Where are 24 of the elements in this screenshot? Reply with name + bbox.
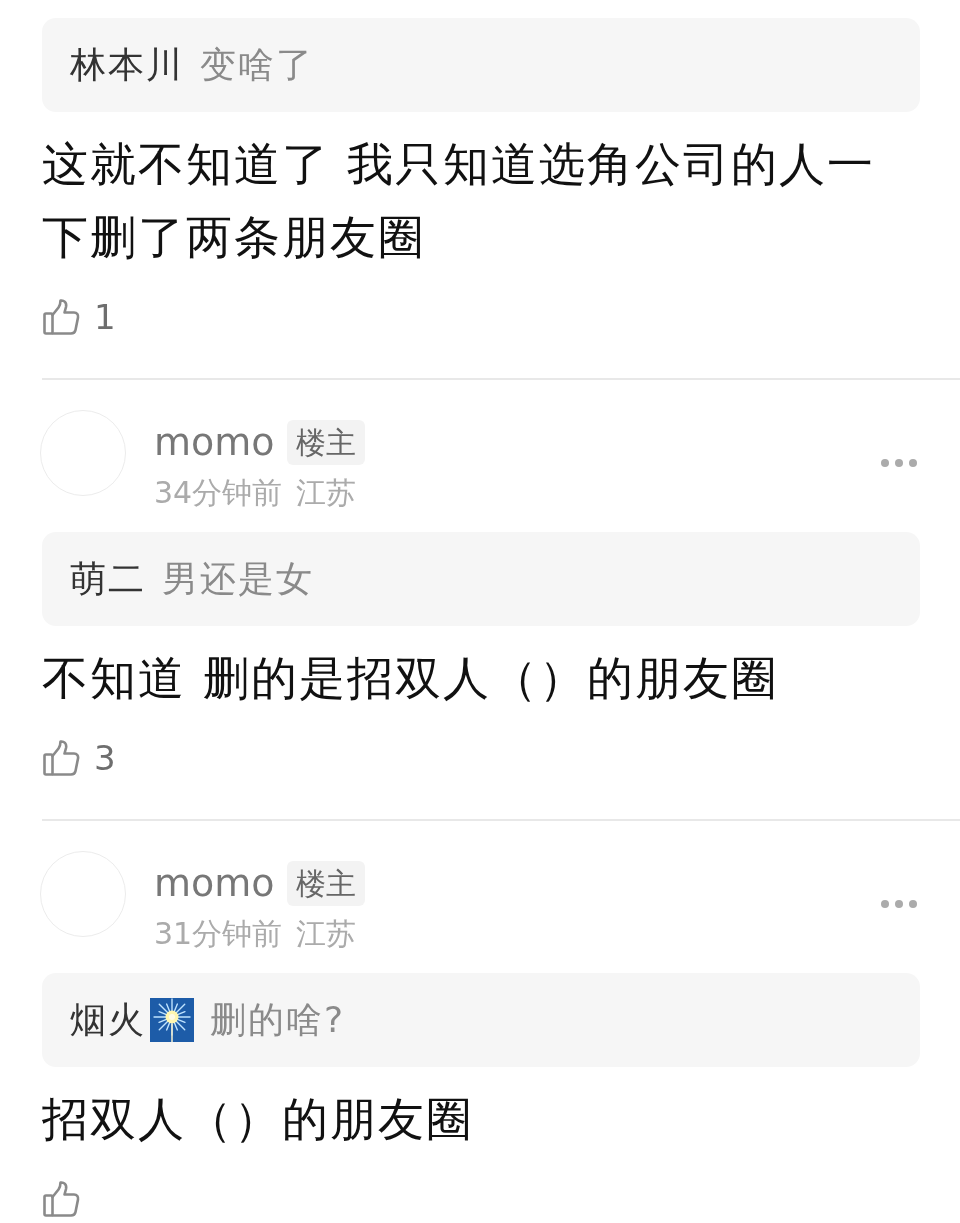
more-icon[interactable] [880,457,918,468]
quote-text: 删的啥? [210,998,346,1042]
thumbs-up-icon[interactable] [42,739,80,777]
quote-author: 烟火 [70,998,146,1042]
more-icon[interactable] [880,898,918,909]
like-count: 3 [94,739,116,777]
post-location: 江苏 [296,475,357,511]
like-count: 1 [94,298,116,336]
quote-text: 男还是女 [162,557,314,601]
comment-text: 这就不知道了 我只知道选角公司的人一下删了两条朋友圈 [42,136,876,266]
quote-text: 变啥了 [200,43,314,87]
post-location: 江苏 [296,916,357,952]
comment-text: 招双人（）的朋友圈 [42,1091,475,1148]
thumbs-up-icon[interactable] [42,298,80,336]
quote-author: 萌二 [70,557,146,601]
quote-author: 林本川 [70,43,184,87]
user-name[interactable]: momo [154,420,275,465]
user-name[interactable]: momo [154,861,275,906]
post-time: 31分钟前 [154,916,283,952]
comment-text: 不知道 删的是招双人（）的朋友圈 [42,650,780,707]
poster-tag: 楼主 [286,861,365,906]
poster-tag: 楼主 [286,420,365,465]
thumbs-up-icon[interactable] [42,1180,80,1218]
post-time: 34分钟前 [154,475,283,511]
